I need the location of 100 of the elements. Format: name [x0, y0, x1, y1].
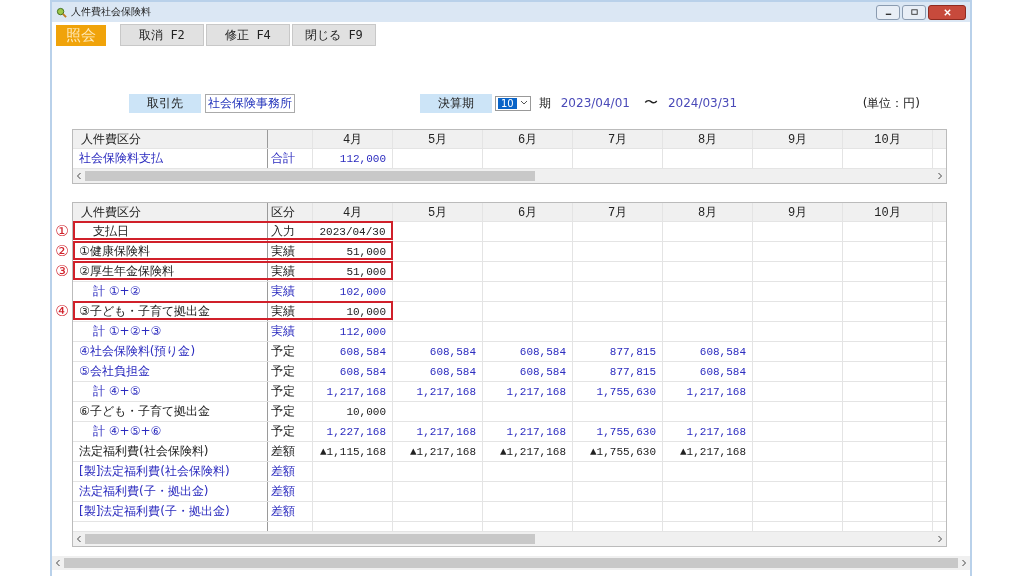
- scroll-right-icon[interactable]: [961, 559, 967, 567]
- toolbar-button[interactable]: 修正 F4: [206, 24, 290, 46]
- period-suffix: 期: [538, 94, 551, 112]
- table-cell: [製]法定福利費(社会保険料): [73, 462, 268, 481]
- table-cell: 608,584: [663, 342, 753, 361]
- minimize-button[interactable]: [876, 4, 900, 20]
- table-cell: 差額: [268, 442, 313, 461]
- client-field[interactable]: 社会保険事務所: [205, 93, 295, 113]
- close-button[interactable]: [928, 4, 966, 20]
- table-cell: ⑥子ども・子育て拠出金: [73, 402, 268, 421]
- maximize-button[interactable]: [902, 4, 926, 20]
- column-header: 5月: [393, 130, 483, 148]
- table-cell: ▲1,115,168: [313, 442, 393, 461]
- table-cell: 予定: [268, 382, 313, 401]
- table-cell: 予定: [268, 342, 313, 361]
- column-header: 9月: [753, 130, 843, 148]
- table-cell: 予定: [268, 362, 313, 381]
- column-header: 人件費区分: [73, 203, 268, 221]
- table-cell: 合計: [268, 149, 313, 168]
- scroll-left-icon[interactable]: [76, 172, 82, 180]
- mode-label: 照会: [56, 24, 106, 46]
- scroll-thumb[interactable]: [85, 171, 535, 181]
- table-cell: 計 ①+②: [73, 282, 268, 301]
- table-cell: 1,755,630: [573, 422, 663, 441]
- table-cell: 予定: [268, 422, 313, 441]
- table-cell: 計 ④+⑤: [73, 382, 268, 401]
- table-cell: 差額: [268, 502, 313, 521]
- scroll-right-icon[interactable]: [937, 535, 943, 543]
- table-cell: ①健康保険料: [73, 242, 268, 261]
- start-date: 2023/04/01: [560, 96, 630, 110]
- table-cell: 1,217,168: [393, 382, 483, 401]
- toolbar-button[interactable]: 閉じる F9: [292, 24, 376, 46]
- table-cell: 差額: [268, 462, 313, 481]
- table-cell: 51,000: [313, 242, 393, 261]
- table-cell: ▲1,217,168: [483, 442, 573, 461]
- column-header: 8月: [663, 130, 753, 148]
- column-header: 10月: [843, 203, 933, 221]
- scroll-left-icon[interactable]: [76, 535, 82, 543]
- scroll-right-icon[interactable]: [937, 172, 943, 180]
- table-cell: ⑤会社負担金: [73, 362, 268, 381]
- table-cell: 112,000: [313, 322, 393, 341]
- close-icon: [942, 7, 952, 17]
- column-header: 区分: [268, 203, 313, 221]
- column-header: 6月: [483, 203, 573, 221]
- table-cell: 1,217,168: [483, 422, 573, 441]
- table-cell: 608,584: [663, 362, 753, 381]
- table-cell: 計 ④+⑤+⑥: [73, 422, 268, 441]
- column-header: 7月: [573, 203, 663, 221]
- scroll-thumb[interactable]: [85, 534, 535, 544]
- table-cell: ③子ども・子育て拠出金: [73, 302, 268, 321]
- table-cell: 1,217,168: [313, 382, 393, 401]
- table-cell: 10,000: [313, 402, 393, 421]
- toolbar-button[interactable]: 取消 F2: [120, 24, 204, 46]
- chevron-icon: [519, 100, 528, 106]
- horizontal-scrollbar[interactable]: [73, 169, 946, 183]
- column-header: 5月: [393, 203, 483, 221]
- table-cell: [製]法定福利費(子・拠出金): [73, 502, 268, 521]
- table-cell: ④社会保険料(預り金): [73, 342, 268, 361]
- column-header: 4月: [313, 203, 393, 221]
- column-header: 8月: [663, 203, 753, 221]
- table-cell: 実績: [268, 242, 313, 261]
- table-cell: 実績: [268, 282, 313, 301]
- column-header: 9月: [753, 203, 843, 221]
- table-cell: 1,217,168: [663, 422, 753, 441]
- table-cell: ▲1,755,630: [573, 442, 663, 461]
- table-cell: 実績: [268, 262, 313, 281]
- table-cell: 法定福利費(子・拠出金): [73, 482, 268, 501]
- scroll-thumb[interactable]: [64, 558, 958, 568]
- table-cell: 51,000: [313, 262, 393, 281]
- table-cell: 1,217,168: [393, 422, 483, 441]
- table-cell: 877,815: [573, 362, 663, 381]
- column-header: 人件費区分: [73, 130, 268, 148]
- horizontal-scrollbar[interactable]: [73, 532, 946, 546]
- magnifier-icon: [56, 6, 67, 18]
- horizontal-scrollbar[interactable]: [52, 556, 970, 570]
- table-cell: 実績: [268, 322, 313, 341]
- table-cell: 608,584: [313, 362, 393, 381]
- column-header: 6月: [483, 130, 573, 148]
- table-cell: 計 ①+②+③: [73, 322, 268, 341]
- table-cell: 1,217,168: [663, 382, 753, 401]
- table-cell: 608,584: [483, 362, 573, 381]
- column-header: 7月: [573, 130, 663, 148]
- maximize-icon: [909, 7, 919, 17]
- period-dropdown[interactable]: 10: [495, 95, 531, 111]
- table-cell: ▲1,217,168: [393, 442, 483, 461]
- table-cell: 法定福利費(社会保険料): [73, 442, 268, 461]
- table-cell: 実績: [268, 302, 313, 321]
- table-cell: 入力: [268, 222, 313, 241]
- scroll-left-icon[interactable]: [55, 559, 61, 567]
- table-cell: 2023/04/30: [313, 222, 393, 241]
- table-cell: 112,000: [313, 149, 393, 168]
- table-cell: 1,217,168: [483, 382, 573, 401]
- table-cell: ▲1,217,168: [663, 442, 753, 461]
- table-cell: 差額: [268, 482, 313, 501]
- table-cell: 1,755,630: [573, 382, 663, 401]
- table-cell: 877,815: [573, 342, 663, 361]
- table-cell: 608,584: [393, 362, 483, 381]
- table-cell: 608,584: [313, 342, 393, 361]
- table-cell: 支払日: [73, 222, 268, 241]
- table-cell: 10,000: [313, 302, 393, 321]
